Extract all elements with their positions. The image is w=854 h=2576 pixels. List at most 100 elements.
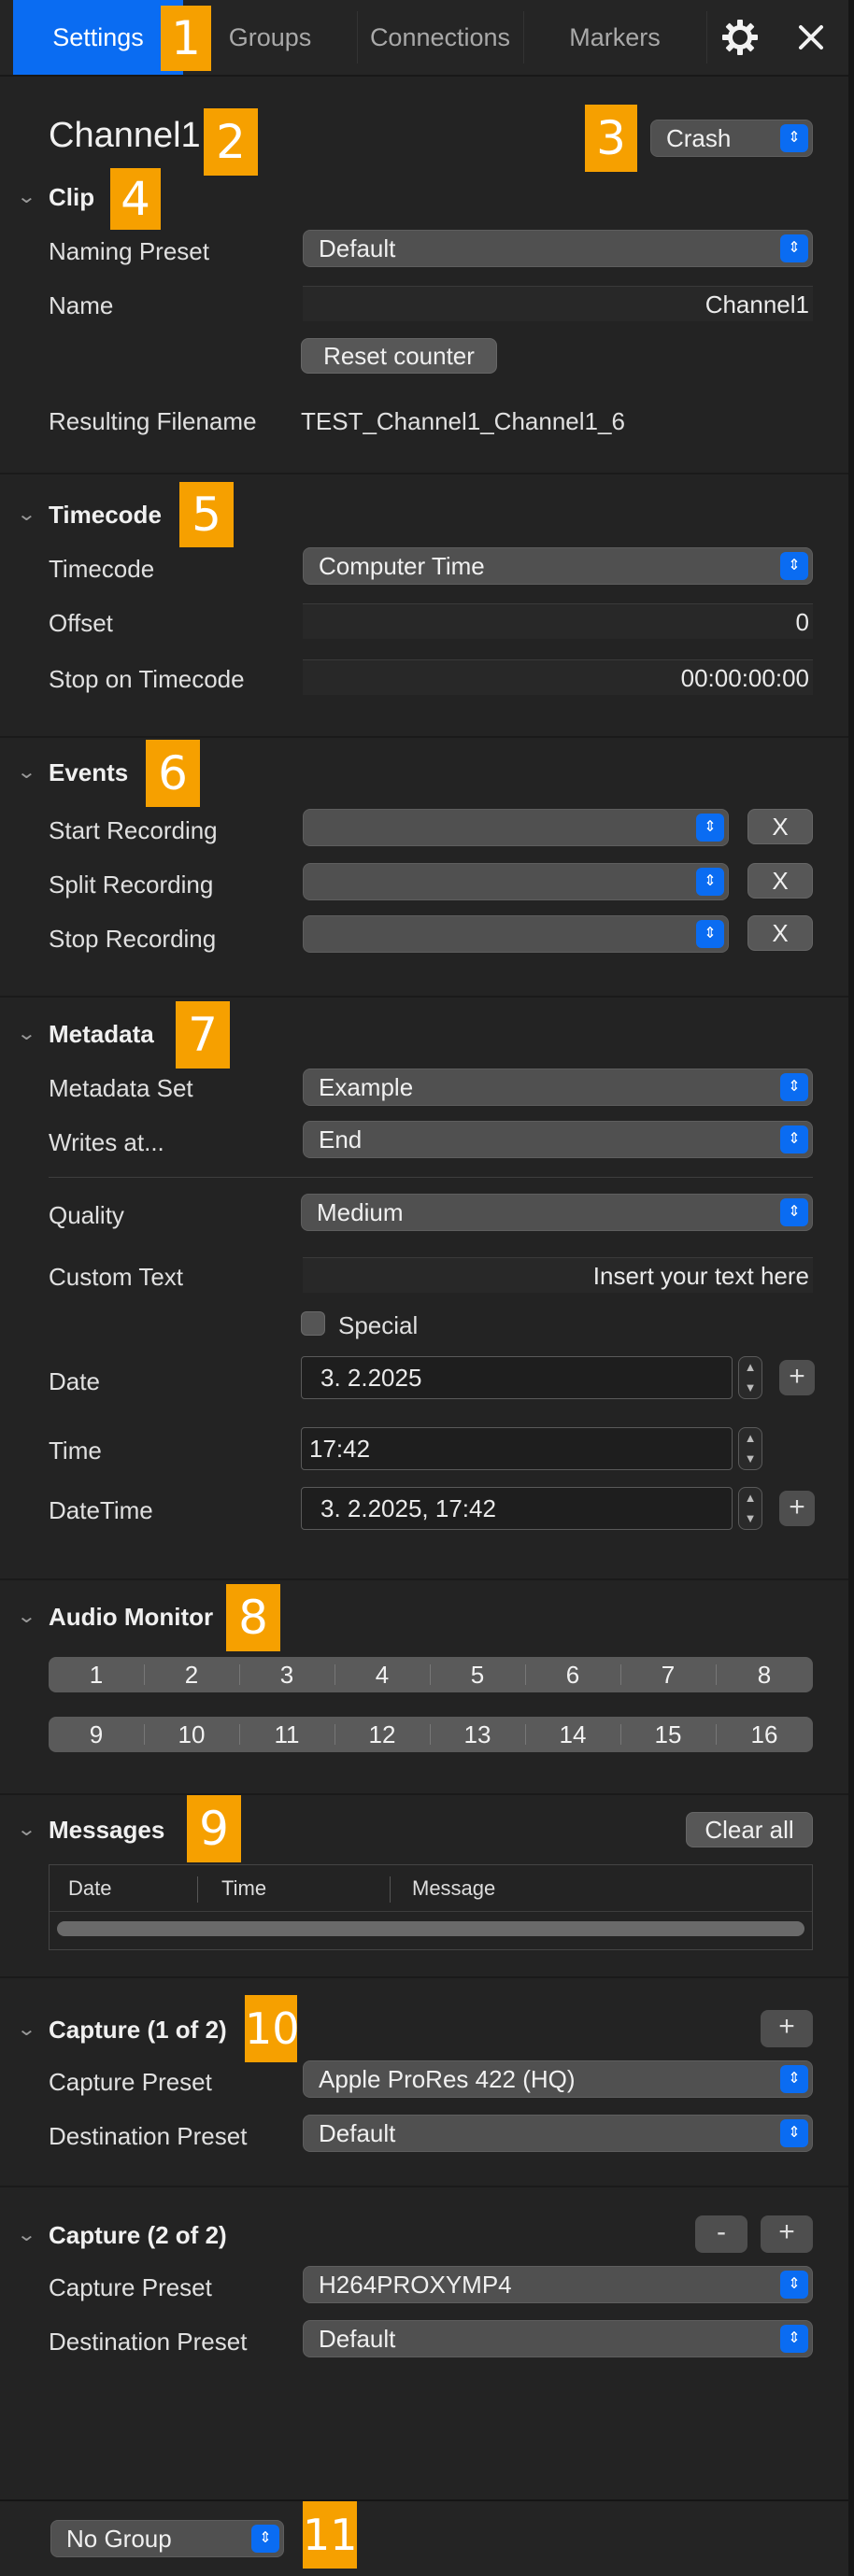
- gear-icon[interactable]: [719, 17, 761, 58]
- events-section-title[interactable]: Events: [49, 758, 128, 787]
- chevron-down-icon[interactable]: ⌄: [16, 1605, 36, 1628]
- start-recording-select[interactable]: ⇕: [303, 809, 729, 846]
- timecode-select[interactable]: Computer Time ⇕: [303, 547, 813, 585]
- messages-table[interactable]: Date Time Message: [49, 1864, 813, 1950]
- column-time[interactable]: Time: [221, 1865, 266, 1912]
- chevron-updown-icon: ⇕: [780, 2065, 808, 2093]
- audio-channel-5[interactable]: 5: [430, 1657, 525, 1692]
- chevron-down-icon[interactable]: ⌄: [16, 2223, 36, 2246]
- destination-preset-select[interactable]: Default ⇕: [303, 2115, 813, 2152]
- remove-capture-button[interactable]: -: [695, 2215, 747, 2253]
- annotation-marker: 8: [226, 1584, 280, 1651]
- chevron-down-icon[interactable]: ⌄: [16, 2017, 36, 2041]
- audio-meter-row-2: 9 10 11 12 13 14 15 16: [49, 1717, 813, 1752]
- audio-channel-4[interactable]: 4: [334, 1657, 430, 1692]
- app-root: Settings Groups Connections Markers Chan…: [0, 0, 854, 2576]
- timecode-section-title[interactable]: Timecode: [49, 501, 162, 530]
- chevron-down-icon[interactable]: ⌄: [16, 185, 36, 208]
- metadata-section-title[interactable]: Metadata: [49, 1020, 154, 1049]
- chevron-updown-icon: ⇕: [780, 2325, 808, 2353]
- writes-at-select[interactable]: End ⇕: [303, 1121, 813, 1158]
- custom-text-field[interactable]: Insert your text here: [303, 1257, 813, 1293]
- destination-preset-select[interactable]: Default ⇕: [303, 2320, 813, 2357]
- horizontal-scrollbar[interactable]: [57, 1921, 804, 1936]
- clear-split-recording-button[interactable]: X: [747, 863, 813, 899]
- time-stepper[interactable]: ▲ ▼: [738, 1427, 762, 1470]
- audio-channel-8[interactable]: 8: [716, 1657, 813, 1692]
- messages-section-title[interactable]: Messages: [49, 1816, 164, 1845]
- capture-2-section-title[interactable]: Capture (2 of 2): [49, 2221, 227, 2250]
- column-divider: [390, 1876, 391, 1903]
- mode-select[interactable]: Crash ⇕: [650, 120, 813, 157]
- tab-connections[interactable]: Connections: [357, 0, 523, 75]
- capture-preset-value: H264PROXYMP4: [319, 2271, 512, 2299]
- chevron-down-icon[interactable]: ⌄: [16, 1022, 36, 1045]
- metadata-set-select[interactable]: Example ⇕: [303, 1069, 813, 1106]
- stop-on-timecode-field[interactable]: 00:00:00:00: [303, 659, 813, 695]
- name-label: Name: [49, 291, 114, 319]
- date-add-button[interactable]: +: [779, 1360, 815, 1395]
- annotation-marker: 2: [204, 108, 258, 176]
- metadata-divider: [49, 1177, 813, 1178]
- quality-label: Quality: [49, 1201, 124, 1229]
- section-divider: [0, 996, 848, 998]
- column-message[interactable]: Message: [412, 1865, 495, 1912]
- quality-select[interactable]: Medium ⇕: [301, 1194, 813, 1231]
- add-capture-button[interactable]: +: [761, 2215, 813, 2253]
- audio-channel-16[interactable]: 16: [716, 1717, 813, 1752]
- audio-channel-9[interactable]: 9: [49, 1717, 144, 1752]
- clear-start-recording-button[interactable]: X: [747, 809, 813, 844]
- capture-preset-select[interactable]: Apple ProRes 422 (HQ) ⇕: [303, 2060, 813, 2098]
- audio-channel-10[interactable]: 10: [144, 1717, 239, 1752]
- audio-channel-14[interactable]: 14: [525, 1717, 620, 1752]
- split-recording-select[interactable]: ⇕: [303, 863, 729, 900]
- audio-channel-12[interactable]: 12: [334, 1717, 430, 1752]
- datetime-field[interactable]: 3. 2.2025, 17:42: [301, 1487, 733, 1530]
- group-select[interactable]: No Group ⇕: [50, 2520, 284, 2557]
- capture-preset-select[interactable]: H264PROXYMP4 ⇕: [303, 2266, 813, 2303]
- date-field[interactable]: 3. 2.2025: [301, 1356, 733, 1399]
- chevron-down-icon[interactable]: ⌄: [16, 1818, 36, 1841]
- special-checkbox[interactable]: [301, 1311, 325, 1336]
- chevron-down-icon[interactable]: ⌄: [16, 502, 36, 526]
- audio-channel-2[interactable]: 2: [144, 1657, 239, 1692]
- datetime-stepper[interactable]: ▲ ▼: [738, 1487, 762, 1530]
- column-date[interactable]: Date: [68, 1865, 111, 1912]
- reset-counter-button[interactable]: Reset counter: [301, 338, 497, 374]
- chevron-down-icon[interactable]: ⌄: [16, 760, 36, 784]
- time-label: Time: [49, 1437, 102, 1465]
- clip-section-title[interactable]: Clip: [49, 183, 94, 212]
- audio-channel-1[interactable]: 1: [49, 1657, 144, 1692]
- audio-monitor-section-title[interactable]: Audio Monitor: [49, 1603, 213, 1632]
- date-stepper[interactable]: ▲ ▼: [738, 1356, 762, 1399]
- offset-field[interactable]: 0: [303, 603, 813, 639]
- audio-channel-6[interactable]: 6: [525, 1657, 620, 1692]
- capture-1-section-title[interactable]: Capture (1 of 2): [49, 2016, 227, 2045]
- tab-markers[interactable]: Markers: [523, 0, 706, 75]
- close-icon[interactable]: [796, 22, 826, 52]
- section-divider: [0, 473, 848, 474]
- datetime-add-button[interactable]: +: [779, 1491, 815, 1526]
- offset-label: Offset: [49, 609, 113, 637]
- audio-channel-7[interactable]: 7: [620, 1657, 716, 1692]
- tab-divider: [706, 11, 707, 64]
- audio-channel-15[interactable]: 15: [620, 1717, 716, 1752]
- capture-preset-value: Apple ProRes 422 (HQ): [319, 2065, 576, 2093]
- add-capture-button[interactable]: +: [761, 2010, 813, 2047]
- audio-channel-11[interactable]: 11: [239, 1717, 334, 1752]
- chevron-updown-icon: ⇕: [696, 814, 724, 842]
- stop-recording-select[interactable]: ⇕: [303, 915, 729, 953]
- audio-channel-3[interactable]: 3: [239, 1657, 334, 1692]
- annotation-marker: 4: [110, 168, 161, 230]
- clear-all-button[interactable]: Clear all: [686, 1812, 813, 1847]
- stop-on-timecode-label: Stop on Timecode: [49, 665, 245, 693]
- name-field[interactable]: Channel1: [303, 286, 813, 321]
- destination-preset-value: Default: [319, 2119, 396, 2147]
- chevron-updown-icon: ⇕: [696, 868, 724, 896]
- chevron-updown-icon: ⇕: [780, 1198, 808, 1226]
- time-field[interactable]: 17:42: [301, 1427, 733, 1470]
- tab-settings[interactable]: Settings: [13, 0, 183, 75]
- audio-channel-13[interactable]: 13: [430, 1717, 525, 1752]
- naming-preset-select[interactable]: Default ⇕: [303, 230, 813, 267]
- clear-stop-recording-button[interactable]: X: [747, 915, 813, 951]
